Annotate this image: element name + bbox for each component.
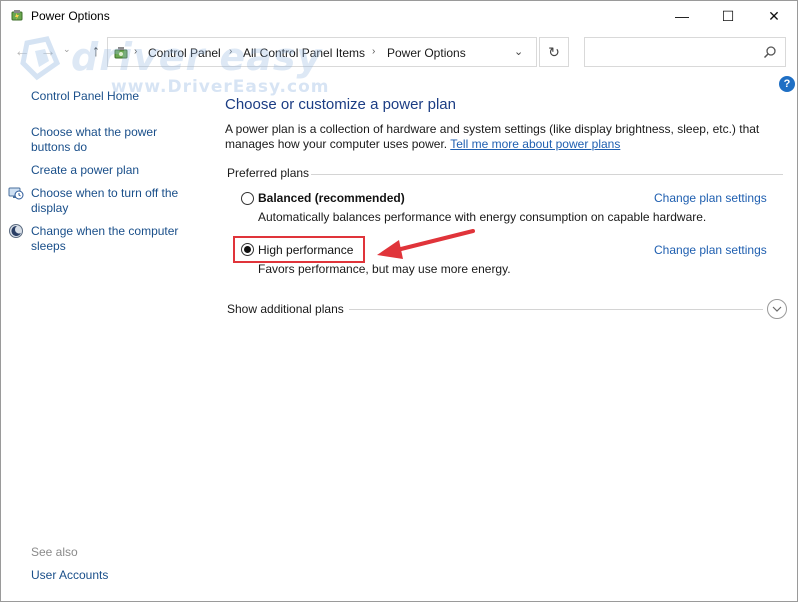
sidebar-item-control-panel-home[interactable]: Control Panel Home <box>31 89 139 104</box>
learn-more-link[interactable]: Tell me more about power plans <box>450 137 620 151</box>
address-dropdown-icon[interactable]: ⌄ <box>514 45 523 58</box>
change-plan-settings-high-performance[interactable]: Change plan settings <box>654 243 767 257</box>
sidebar-item-label: Choose what the power <box>31 125 158 139</box>
sidebar-item-label: Create a power plan <box>31 163 140 177</box>
forward-arrow-icon: → <box>40 43 56 60</box>
recent-locations-button[interactable]: ⌄ <box>63 44 71 55</box>
change-plan-settings-balanced[interactable]: Change plan settings <box>654 191 767 205</box>
page-description: A power plan is a collection of hardware… <box>225 122 765 152</box>
address-bar[interactable]: › Control Panel › All Control Panel Item… <box>107 37 537 67</box>
title-bar: Power Options — ☐ ✕ <box>1 1 797 31</box>
back-arrow-icon: ← <box>14 43 30 60</box>
window-title: Power Options <box>31 9 110 23</box>
sidebar-item-label: display <box>31 201 69 215</box>
sidebar-item-create-plan[interactable]: Create a power plan <box>31 163 139 178</box>
up-arrow-icon: ↑ <box>92 43 100 60</box>
navigation-bar: ← → ⌄ ↑ › Control Panel › All Control Pa… <box>1 31 797 73</box>
chevron-down-icon: ⌄ <box>63 44 71 54</box>
maximize-button[interactable]: ☐ <box>705 1 751 31</box>
close-icon: ✕ <box>768 7 780 24</box>
annotation-arrow-icon <box>377 229 475 259</box>
power-options-app-icon <box>11 10 23 21</box>
sidebar-item-user-accounts[interactable]: User Accounts <box>31 568 108 583</box>
breadcrumb-all-items[interactable]: All Control Panel Items <box>243 46 365 60</box>
annotation-highlight-box <box>233 236 365 263</box>
see-also-heading: See also <box>31 545 78 559</box>
plan-description-balanced: Automatically balances performance with … <box>258 210 707 224</box>
up-button[interactable]: ↑ <box>87 43 105 61</box>
expand-additional-plans-button[interactable] <box>767 299 787 319</box>
sidebar-item-turn-off-display[interactable]: Choose when to turn off the display <box>31 186 178 216</box>
minimize-button[interactable]: — <box>659 1 705 31</box>
breadcrumb-control-panel[interactable]: Control Panel <box>148 46 221 60</box>
preferred-plans-heading: Preferred plans <box>227 166 310 180</box>
sidebar-item-label: buttons do <box>31 140 88 154</box>
show-additional-plans[interactable]: Show additional plans <box>227 302 344 316</box>
description-text: A power plan is a collection of hardware… <box>225 122 760 136</box>
moon-sleep-icon <box>9 224 23 238</box>
sidebar-item-label: Change when the computer <box>31 224 179 238</box>
breadcrumb-separator-icon: › <box>134 46 138 57</box>
sidebar-item-label: Choose when to turn off the <box>31 186 179 200</box>
plan-name-balanced[interactable]: Balanced (recommended) <box>258 191 405 205</box>
refresh-button[interactable]: ↻ <box>539 37 569 67</box>
breadcrumb-separator-icon: › <box>229 46 233 57</box>
description-text: manages how your computer uses power. <box>225 137 448 151</box>
page-title: Choose or customize a power plan <box>225 96 456 113</box>
forward-button[interactable]: → <box>39 43 57 61</box>
sidebar-item-label: sleeps <box>31 239 66 253</box>
breadcrumb-separator-icon: › <box>372 46 376 57</box>
search-input[interactable] <box>584 37 786 67</box>
search-icon <box>763 46 776 59</box>
power-options-window: Power Options — ☐ ✕ ← → ⌄ ↑ › Control Pa… <box>0 0 798 602</box>
main-content: Choose or customize a power plan A power… <box>225 73 787 373</box>
back-button[interactable]: ← <box>13 43 31 61</box>
divider <box>311 174 783 175</box>
sidebar: Control Panel Home Choose what the power… <box>1 73 216 601</box>
maximize-icon: ☐ <box>721 7 735 24</box>
divider <box>349 309 763 310</box>
sidebar-item-power-buttons[interactable]: Choose what the power buttons do <box>31 125 157 155</box>
minimize-icon: — <box>675 8 689 24</box>
sidebar-item-computer-sleeps[interactable]: Change when the computer sleeps <box>31 224 178 254</box>
refresh-icon: ↻ <box>548 43 560 60</box>
chevron-down-icon <box>772 306 782 312</box>
monitor-clock-icon <box>8 187 24 200</box>
close-button[interactable]: ✕ <box>751 1 797 31</box>
radio-balanced[interactable] <box>241 192 254 205</box>
breadcrumb-power-options[interactable]: Power Options <box>387 46 466 60</box>
control-panel-icon <box>114 47 128 59</box>
